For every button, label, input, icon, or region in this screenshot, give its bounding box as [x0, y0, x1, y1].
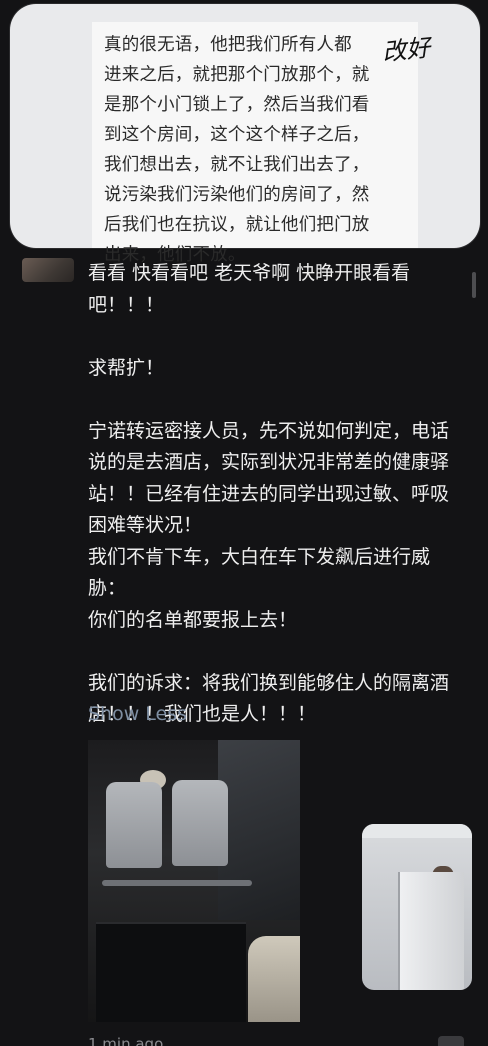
avatar[interactable] — [22, 258, 74, 282]
photo-seat-rail — [102, 880, 252, 886]
post-paragraph-2: 求帮扩！ — [88, 356, 165, 379]
photo-ceiling — [362, 824, 472, 838]
photo-door-panel — [398, 872, 464, 990]
quoted-message-text: 真的很无语，他把我们所有人都 进来之后，就把那个门放那个，就 是那个小门锁上了，… — [92, 22, 418, 265]
screen: 真的很无语，他把我们所有人都 进来之后，就把那个门放那个，就 是那个小门锁上了，… — [0, 0, 488, 1046]
photo-protective-suit — [248, 936, 300, 1022]
post-timestamp: 1 min ago — [88, 1035, 164, 1046]
photo-window — [218, 740, 300, 920]
post-body: 看看 快看看吧 老天爷啊 快睁开眼看看吧！！！ 求帮扩！ 宁诺转运密接人员，先不… — [88, 258, 466, 731]
comment-count-badge[interactable] — [438, 1036, 464, 1046]
handwritten-annotation: 改好 — [380, 33, 432, 67]
attached-photo-doorway[interactable] — [362, 824, 472, 990]
quoted-screenshot-card: 真的很无语，他把我们所有人都 进来之后，就把那个门放那个，就 是那个小门锁上了，… — [10, 4, 480, 265]
attached-photo-bus-interior[interactable] — [88, 740, 300, 1022]
scrollbar-thumb[interactable] — [472, 272, 476, 298]
show-less-link[interactable]: Show Less — [88, 700, 187, 728]
photo-seat-right — [172, 780, 228, 866]
post-paragraph-3: 宁诺转运密接人员，先不说如何判定，电话说的是去酒店，实际到状况非常差的健康驿站！… — [88, 419, 450, 631]
photo-luggage — [96, 922, 246, 1022]
photo-seat-left — [106, 782, 162, 868]
post-paragraph-1: 看看 快看看吧 老天爷啊 快睁开眼看看吧！！！ — [88, 262, 411, 316]
